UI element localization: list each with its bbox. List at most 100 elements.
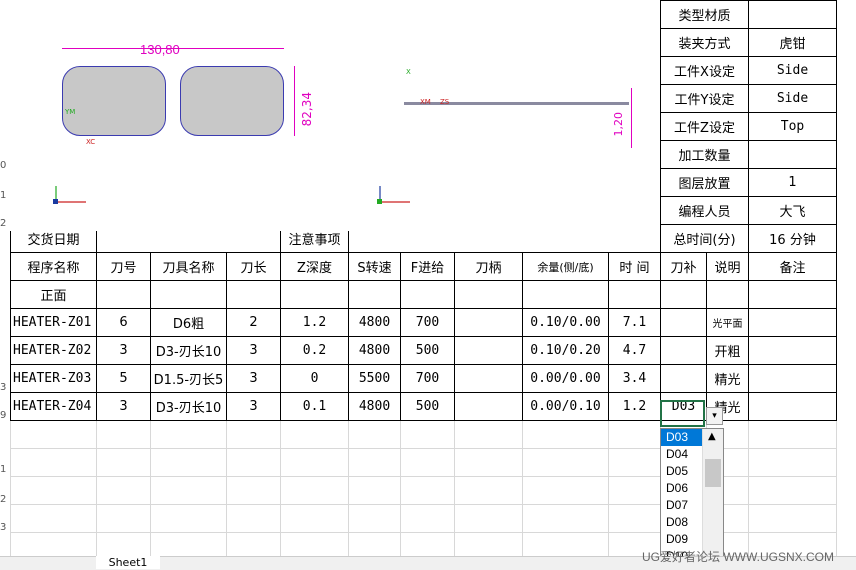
tool-name-cell[interactable]: D6粗 [150,308,227,337]
row-number: 9 [0,410,7,421]
tool-length-cell[interactable]: 3 [226,364,281,393]
holder-cell[interactable] [454,364,523,393]
description-cell[interactable]: 精光 [706,364,749,393]
remark-cell[interactable] [748,308,837,337]
cell[interactable] [226,280,281,309]
header-z-depth: Z深度 [280,252,349,281]
total-time-value[interactable]: 16 分钟 [748,224,837,253]
program-name-cell[interactable]: HEATER-Z04 [10,392,97,421]
dropdown-scrollbar[interactable]: ▲ [702,429,723,565]
feed-cell[interactable]: 700 [400,364,455,393]
z-depth-cell[interactable]: 0.1 [280,392,349,421]
allowance-cell[interactable]: 0.10/0.20 [522,336,609,365]
tool-no-cell[interactable]: 6 [96,308,151,337]
speed-cell[interactable]: 5500 [348,364,401,393]
program-name-cell[interactable]: HEATER-Z03 [10,364,97,393]
description-cell[interactable]: 光平面 [706,308,749,337]
cell[interactable] [280,280,349,309]
feed-cell[interactable]: 500 [400,336,455,365]
tool-no-cell[interactable]: 3 [96,392,151,421]
allowance-cell[interactable]: 0.00/0.00 [522,364,609,393]
dimension-height: 82,34 [300,92,314,127]
holder-cell[interactable] [454,308,523,337]
cell[interactable] [522,280,609,309]
speed-cell[interactable]: 4800 [348,308,401,337]
description-cell[interactable]: 开粗 [706,336,749,365]
header-time: 时 间 [608,252,661,281]
tool-no-cell[interactable]: 3 [96,336,151,365]
cell[interactable] [96,280,151,309]
holder-cell[interactable] [454,336,523,365]
info-value[interactable]: 1 [748,168,837,197]
program-name-cell[interactable]: HEATER-Z02 [10,336,97,365]
tool-name-cell[interactable]: D1.5-刃长5 [150,364,227,393]
row-number: 3 [0,522,7,533]
part-right [180,66,284,136]
program-name-cell[interactable]: HEATER-Z01 [10,308,97,337]
info-value[interactable]: 大飞 [748,196,837,225]
time-cell[interactable]: 7.1 [608,308,661,337]
scrollbar-thumb[interactable] [705,459,721,487]
allowance-cell[interactable]: 0.00/0.10 [522,392,609,421]
axis-triad-icon [377,186,410,204]
tool-name-cell[interactable]: D3-刃长10 [150,336,227,365]
z-depth-cell[interactable]: 1.2 [280,308,349,337]
remark-cell[interactable] [748,392,837,421]
total-time-label: 总时间(分) [660,224,749,253]
chevron-up-icon[interactable]: ▲ [708,431,716,442]
time-cell[interactable]: 4.7 [608,336,661,365]
cell[interactable] [348,280,401,309]
holder-cell[interactable] [454,392,523,421]
z-depth-cell[interactable]: 0 [280,364,349,393]
info-value[interactable]: 虎钳 [748,28,837,57]
comp-cell[interactable] [660,364,707,393]
header-feed: F进给 [400,252,455,281]
info-label: 工件Z设定 [660,112,749,141]
dimension-width: 130,80 [140,42,180,57]
header-comp: 刀补 [660,252,707,281]
comp-cell[interactable] [660,308,707,337]
comp-dropdown-list[interactable]: D03 D04 D05 D06 D07 D08 D09 D10 ▲ [660,428,724,566]
feed-cell[interactable]: 700 [400,308,455,337]
tool-length-cell[interactable]: 2 [226,308,281,337]
cell[interactable] [400,280,455,309]
cell[interactable] [660,280,707,309]
cell[interactable] [454,280,523,309]
part-left [62,66,166,136]
cell[interactable] [748,280,837,309]
cell[interactable] [706,280,749,309]
info-value[interactable]: Side [748,56,837,85]
remark-cell[interactable] [748,364,837,393]
dimension-line-side [631,88,632,148]
info-value[interactable] [748,140,837,169]
tool-length-cell[interactable]: 3 [226,336,281,365]
speed-cell[interactable]: 4800 [348,392,401,421]
speed-cell[interactable]: 4800 [348,336,401,365]
header-tool-name: 刀具名称 [150,252,227,281]
time-cell[interactable]: 1.2 [608,392,661,421]
dimension-side: 1,20 [612,112,625,137]
tool-name-cell[interactable]: D3-刃长10 [150,392,227,421]
allowance-cell[interactable]: 0.10/0.00 [522,308,609,337]
section-label: 正面 [10,280,97,309]
z-depth-cell[interactable]: 0.2 [280,336,349,365]
feed-cell[interactable]: 500 [400,392,455,421]
info-value[interactable] [748,0,837,29]
remark-cell[interactable] [748,336,837,365]
info-value[interactable]: Top [748,112,837,141]
sheet-tab[interactable]: Sheet1 [96,556,160,569]
tool-length-cell[interactable]: 3 [226,392,281,421]
cell[interactable] [150,280,227,309]
dropdown-button[interactable]: ▾ [706,407,723,425]
cell[interactable] [608,280,661,309]
table-row: HEATER-Z01 6 D6粗 2 1.2 4800 700 0.10/0.0… [10,308,837,337]
info-value[interactable]: Side [748,84,837,113]
axis-ym-label: YM [65,108,76,116]
active-cell-indicator [660,400,705,427]
tool-no-cell[interactable]: 5 [96,364,151,393]
time-cell[interactable]: 3.4 [608,364,661,393]
comp-cell[interactable] [660,336,707,365]
axis-xc-label: XC [86,138,96,146]
header-program-name: 程序名称 [10,252,97,281]
axis-triad-icon [53,186,86,204]
